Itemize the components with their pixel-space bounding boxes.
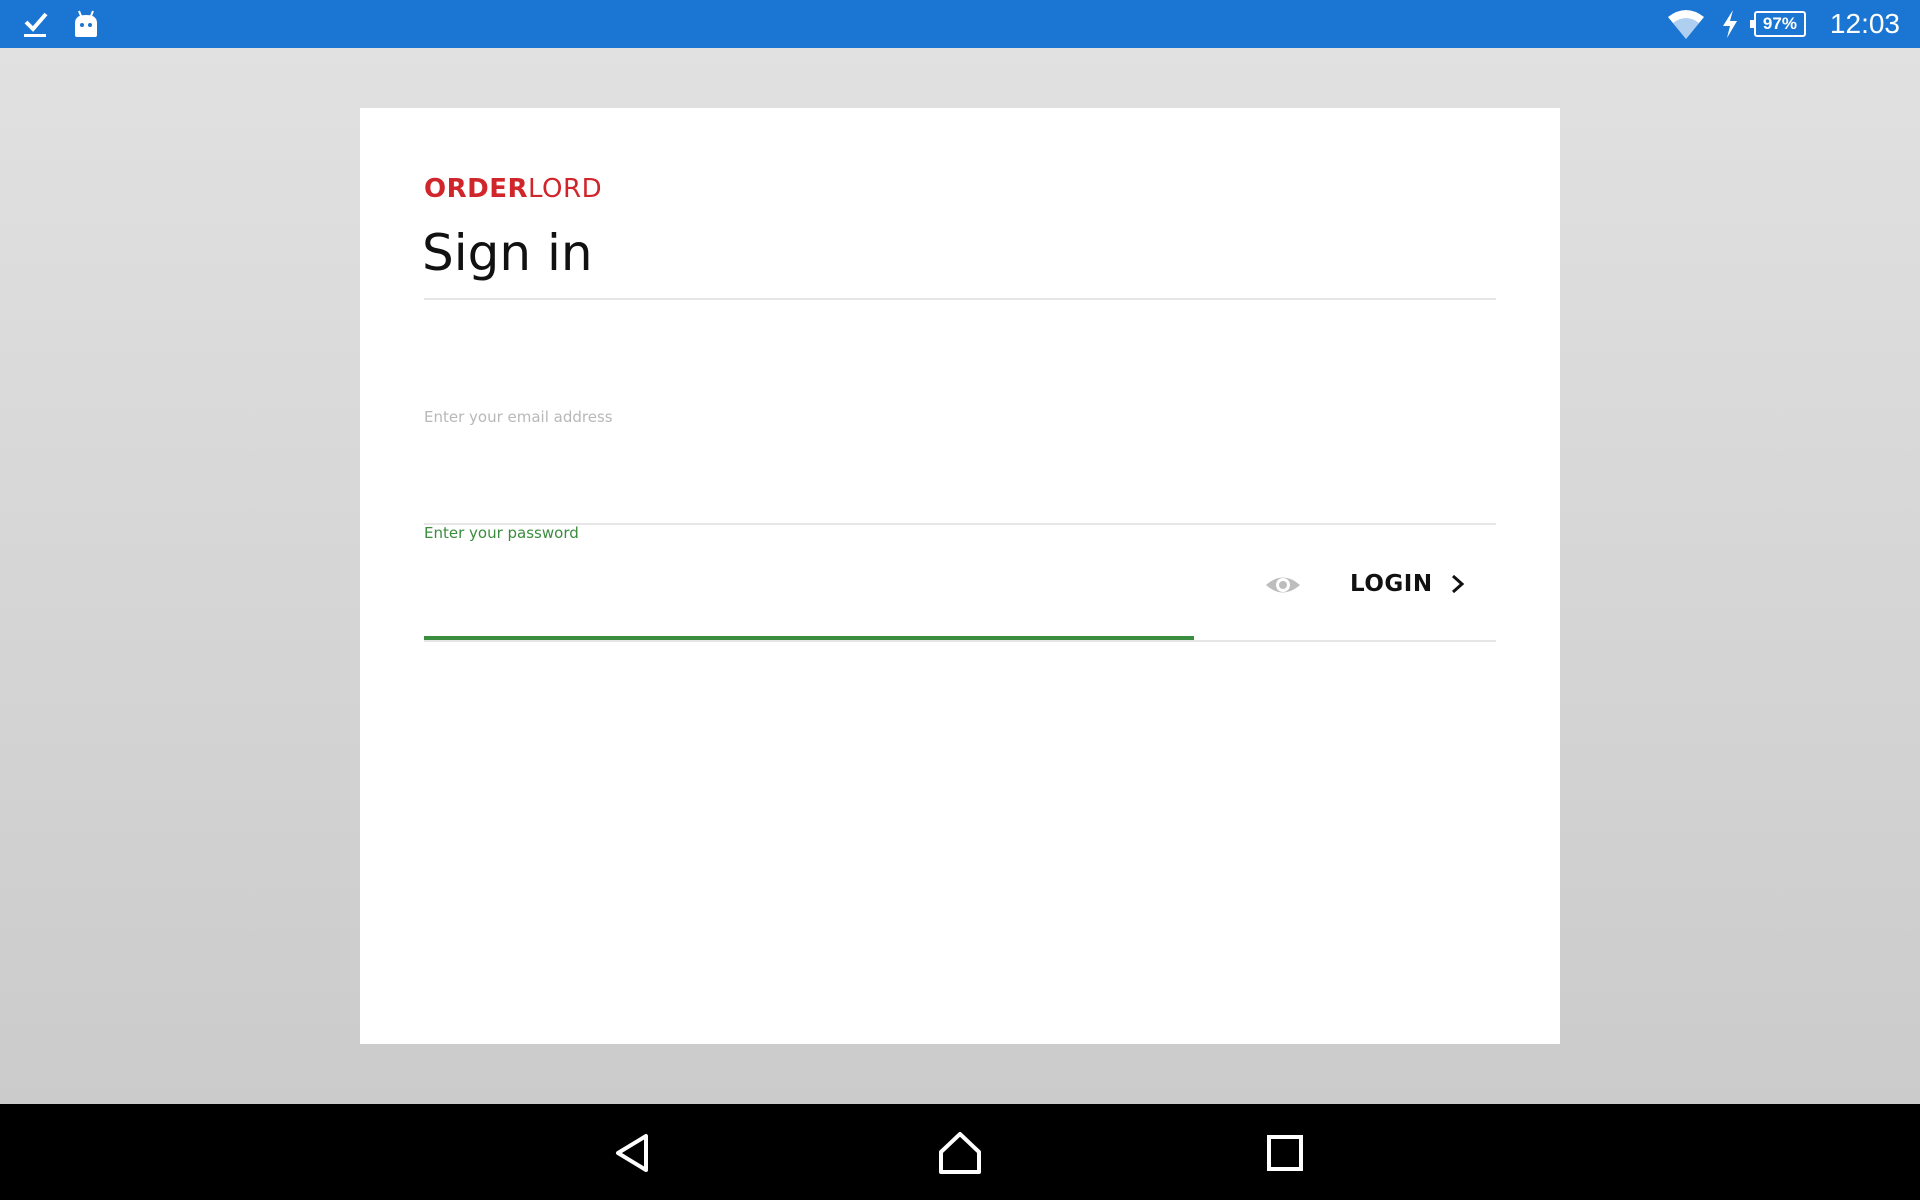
navigation-bar xyxy=(0,1104,1920,1200)
status-left-icons xyxy=(0,9,100,39)
page-title: Sign in xyxy=(422,224,593,282)
eye-icon[interactable] xyxy=(1264,566,1302,604)
logo-bold-text: ORDER xyxy=(424,174,528,204)
back-icon[interactable] xyxy=(610,1128,660,1178)
status-time: 12:03 xyxy=(1829,8,1900,39)
android-robot-icon xyxy=(75,10,97,37)
login-button-label: LOGIN xyxy=(1350,571,1433,597)
battery-percent: 97% xyxy=(1762,14,1797,33)
password-field[interactable] xyxy=(424,556,1184,608)
email-field-underline xyxy=(424,523,1496,525)
password-field-focus-underline xyxy=(424,636,1194,640)
password-field-label: Enter your password xyxy=(424,524,579,542)
email-field-label: Enter your email address xyxy=(424,408,613,426)
home-icon[interactable] xyxy=(935,1128,985,1178)
password-field-underline xyxy=(424,640,1496,642)
login-button[interactable]: LOGIN xyxy=(1350,560,1467,608)
logo-light-text: LORD xyxy=(528,174,603,204)
status-right-icons: 97% 12:03 xyxy=(1666,7,1920,41)
sign-in-card: ORDERLORD Sign in Enter your email addre… xyxy=(360,108,1560,1044)
battery-icon: 97% xyxy=(1749,11,1806,37)
status-bar: 97% 12:03 xyxy=(0,0,1920,48)
orderlord-logo: ORDERLORD xyxy=(424,174,602,204)
checkmark-download-icon xyxy=(24,12,48,37)
wifi-icon xyxy=(1667,10,1704,39)
charging-bolt-icon xyxy=(1722,10,1737,38)
recents-icon[interactable] xyxy=(1260,1128,1310,1178)
chevron-right-icon xyxy=(1451,574,1464,594)
divider-line xyxy=(424,298,1496,300)
email-field[interactable] xyxy=(424,438,1496,498)
